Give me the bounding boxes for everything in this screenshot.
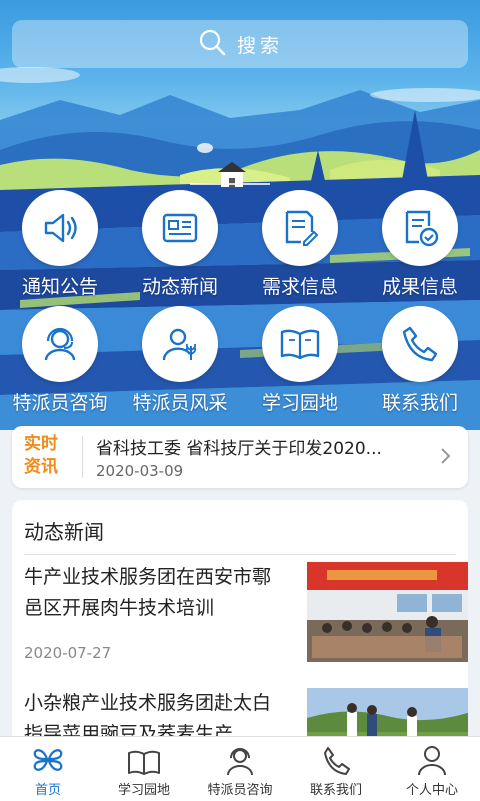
realtime-news-bar[interactable]: 实时 资讯 省科技工委 省科技厅关于印发2020... 2020-03-09 [12,426,468,488]
news-item[interactable]: 牛产业技术服务团在西安市鄠邑区开展肉牛技术培训 2020-07-27 [24,562,468,682]
grid-label: 特派员风采 [132,392,228,414]
tab-label: 个人中心 [405,783,458,798]
tab-label: 联系我们 [309,783,362,798]
section-title: 动态新闻 [24,520,104,544]
user-icon [384,737,480,777]
news-item-image[interactable] [307,562,468,662]
divider [24,554,456,555]
news-card: 动态新闻 牛产业技术服务团在西安市鄠邑区开展肉牛技术培训 2020-07-27 … [12,500,468,760]
search-bar[interactable]: 搜索 [12,20,468,68]
realtime-tag: 实时 资讯 [24,433,74,479]
grid-label: 动态新闻 [141,276,218,298]
realtime-date: 2020-03-09 [96,462,184,480]
tab-study[interactable]: 学习园地 [96,737,192,801]
search-icon [197,27,227,61]
grid-item-results[interactable]: 成果信息 [360,190,480,299]
grid-item-consult[interactable]: 特派员咨询 [0,306,120,415]
tab-label: 首页 [34,783,61,798]
headset-person-icon [22,306,98,382]
grid-item-notice[interactable]: 通知公告 [0,190,120,299]
tab-label: 特派员咨询 [207,783,273,798]
tab-consult[interactable]: 特派员咨询 [192,737,288,801]
home-icon [0,737,96,777]
headset-person-icon [192,737,288,777]
grid-item-style[interactable]: 特派员风采 [120,306,240,415]
grid-label: 成果信息 [381,276,458,298]
result-document-icon [382,190,458,266]
news-item-date: 2020-07-27 [24,644,112,662]
tab-contact[interactable]: 联系我们 [288,737,384,801]
tab-label: 学习园地 [117,783,170,798]
realtime-title[interactable]: 省科技工委 省科技厅关于印发2020... [96,434,436,459]
chevron-right-icon[interactable] [440,446,452,470]
grid-label: 学习园地 [261,392,338,414]
person-wheat-icon [142,306,218,382]
book-icon [96,737,192,777]
phone-icon [288,737,384,777]
tab-profile[interactable]: 个人中心 [384,737,480,801]
grid-label: 特派员咨询 [12,392,108,414]
news-item-title[interactable]: 牛产业技术服务团在西安市鄠邑区开展肉牛技术培训 [24,562,284,624]
tab-home[interactable]: 首页 [0,737,96,801]
grid-item-news[interactable]: 动态新闻 [120,190,240,299]
phone-icon [382,306,458,382]
divider [82,436,83,478]
edit-document-icon [262,190,338,266]
bottom-tab-bar: 首页 学习园地 特派员咨询 联系我们 个人中心 [0,736,480,801]
grid-label: 需求信息 [261,276,338,298]
book-icon [262,306,338,382]
grid-item-contact[interactable]: 联系我们 [360,306,480,415]
search-label: 搜索 [236,34,283,57]
grid-item-demand[interactable]: 需求信息 [240,190,360,299]
speaker-icon [22,190,98,266]
grid-item-study[interactable]: 学习园地 [240,306,360,415]
realtime-tag-line1: 实时 [24,434,58,454]
realtime-tag-line2: 资讯 [24,457,58,477]
news-icon [142,190,218,266]
grid-label: 通知公告 [21,276,98,298]
grid-label: 联系我们 [381,392,458,414]
